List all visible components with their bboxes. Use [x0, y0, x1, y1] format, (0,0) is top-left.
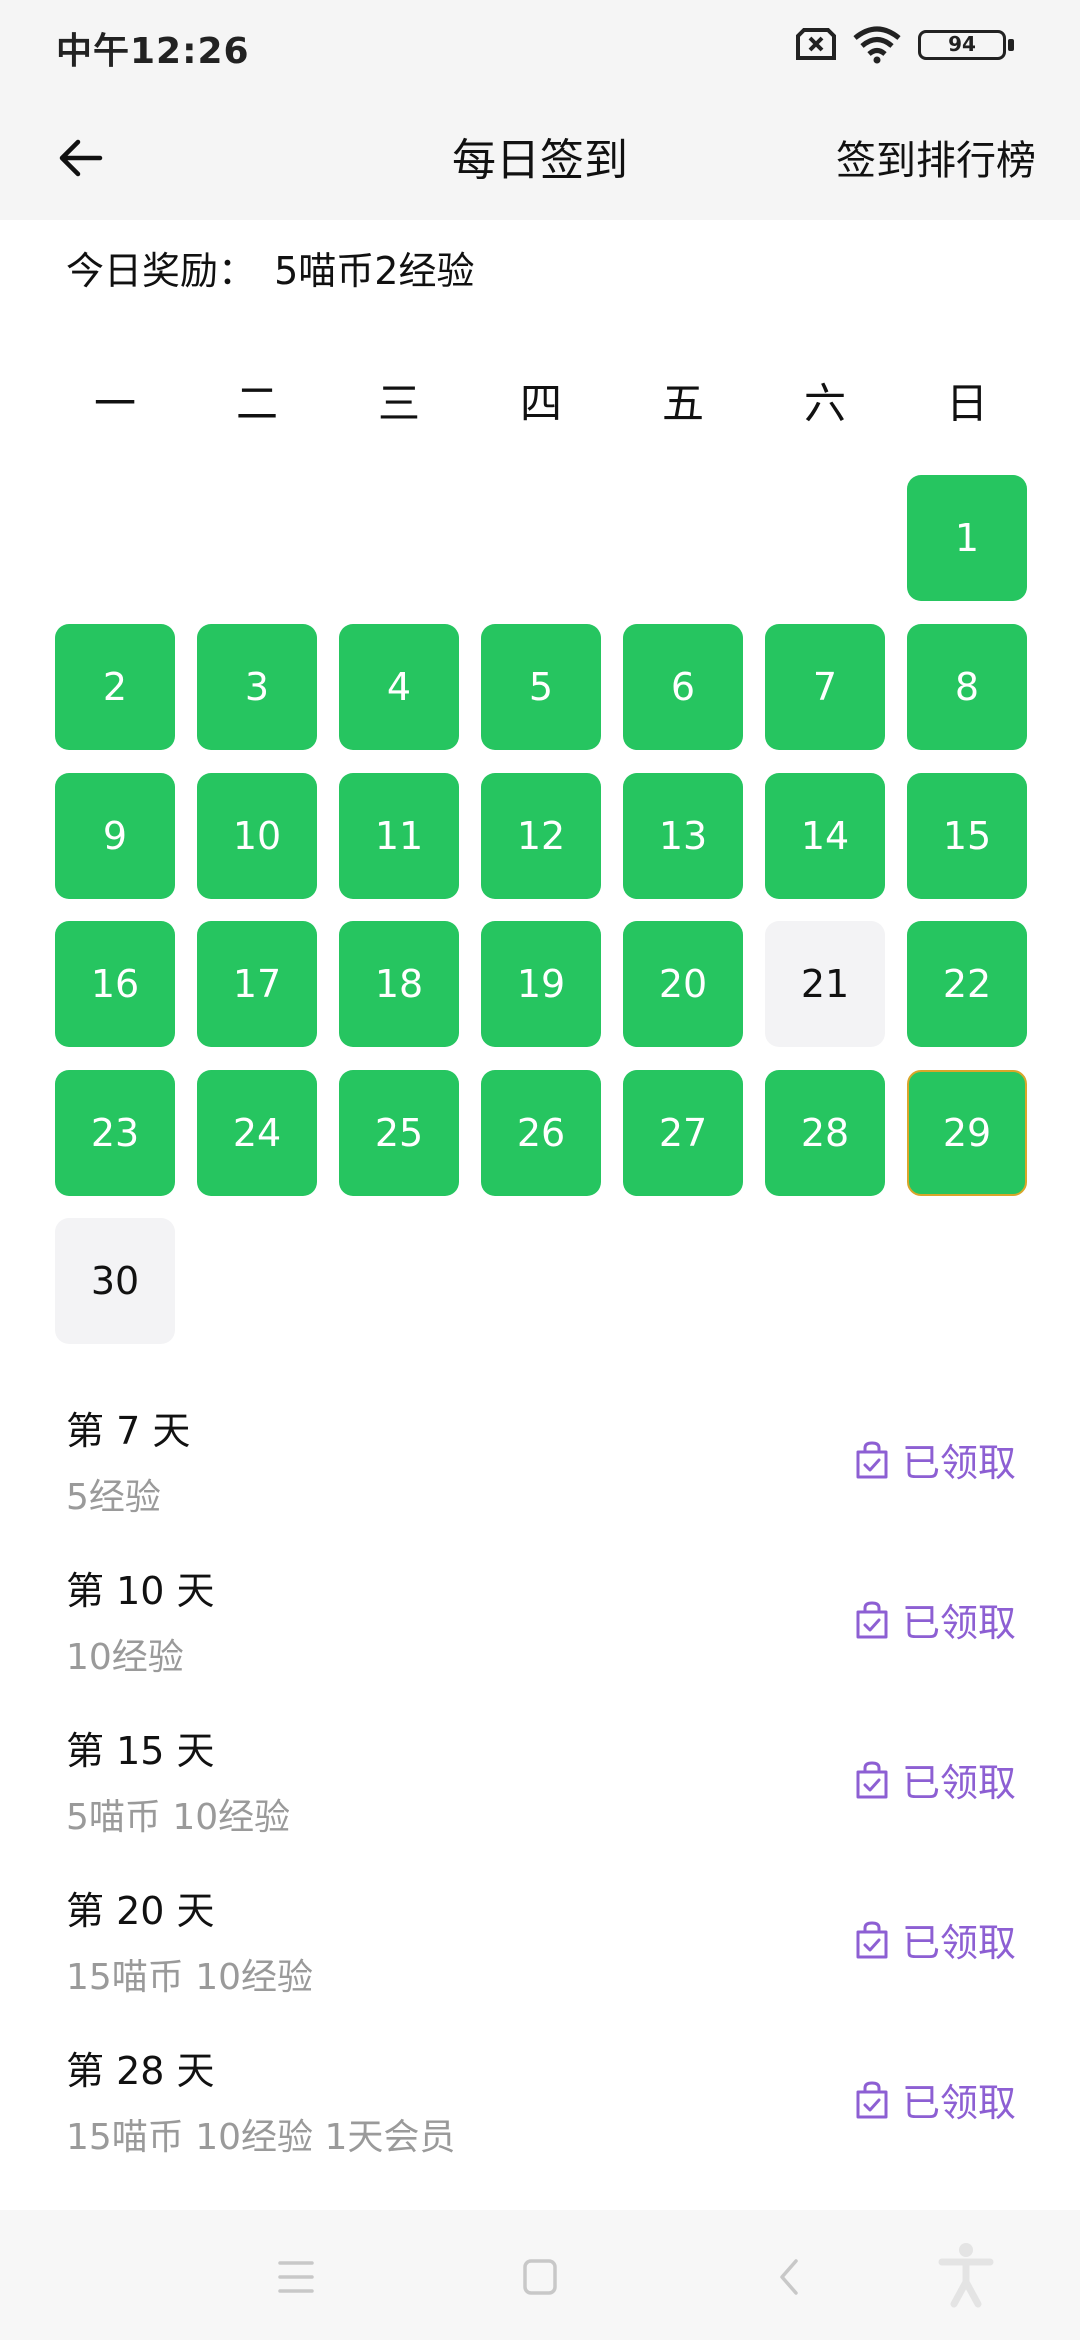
calendar-day[interactable]: 20 [623, 921, 743, 1047]
calendar-day[interactable]: 9 [55, 773, 175, 899]
bag-check-icon [856, 1760, 888, 1798]
calendar-day[interactable]: 13 [623, 773, 743, 899]
claimed-status: 已领取 [854, 1912, 1016, 1967]
claimed-status: 已领取 [854, 1432, 1016, 1487]
calendar-day[interactable]: 18 [339, 921, 459, 1047]
milestone-title: 第 7 天 [66, 1409, 191, 1453]
calendar-day[interactable]: 19 [481, 921, 601, 1047]
milestone-item: 第 7 天 5经验 已领取 [0, 1390, 1080, 1550]
accessibility-icon[interactable] [938, 2242, 994, 2308]
milestone-reward: 5喵币 10经验 [66, 1797, 291, 1838]
calendar-day[interactable]: 22 [907, 921, 1027, 1047]
bag-check-icon [856, 1920, 888, 1958]
calendar-day[interactable]: 2 [55, 624, 175, 750]
milestone-title: 第 10 天 [66, 1569, 215, 1613]
milestone-reward: 5经验 [66, 1477, 161, 1518]
calendar-grid: 1 2 3 4 5 6 7 8 9 10 11 12 13 14 15 16 1… [0, 0, 1080, 1400]
calendar-day[interactable]: 10 [197, 773, 317, 899]
calendar-day-unsigned[interactable]: 21 [765, 921, 885, 1047]
claimed-status: 已领取 [854, 1752, 1016, 1807]
menu-icon[interactable] [266, 2255, 326, 2299]
calendar-day[interactable]: 27 [623, 1070, 743, 1196]
calendar-day[interactable]: 4 [339, 624, 459, 750]
claimed-label: 已领取 [901, 1761, 1016, 1805]
calendar-day[interactable]: 5 [481, 624, 601, 750]
calendar-day[interactable]: 25 [339, 1070, 459, 1196]
calendar-day[interactable]: 11 [339, 773, 459, 899]
calendar-day[interactable]: 7 [765, 624, 885, 750]
bag-check-icon [856, 1440, 888, 1478]
calendar-day[interactable]: 14 [765, 773, 885, 899]
claimed-label: 已领取 [901, 2081, 1016, 2125]
home-icon[interactable] [510, 2255, 570, 2299]
claimed-label: 已领取 [901, 1921, 1016, 1965]
calendar-day[interactable]: 3 [197, 624, 317, 750]
milestone-title: 第 28 天 [66, 2049, 215, 2093]
milestone-reward: 15喵币 10经验 1天会员 [66, 2117, 456, 2158]
calendar-day[interactable]: 1 [907, 475, 1027, 601]
back-nav-icon[interactable] [758, 2255, 818, 2299]
bag-check-icon [856, 1600, 888, 1638]
calendar-day[interactable]: 28 [765, 1070, 885, 1196]
milestone-reward: 10经验 [66, 1637, 184, 1678]
calendar-day[interactable]: 6 [623, 624, 743, 750]
milestone-title: 第 15 天 [66, 1729, 215, 1773]
calendar-day-today[interactable]: 29 [907, 1070, 1027, 1196]
milestone-item: 第 28 天 15喵币 10经验 1天会员 已领取 [0, 2030, 1080, 2190]
bag-check-icon [856, 2080, 888, 2118]
calendar-day[interactable]: 17 [197, 921, 317, 1047]
calendar-day-unsigned[interactable]: 30 [55, 1218, 175, 1344]
calendar-day[interactable]: 8 [907, 624, 1027, 750]
claimed-status: 已领取 [854, 1592, 1016, 1647]
system-nav-bar [0, 2210, 1080, 2340]
claimed-label: 已领取 [901, 1441, 1016, 1485]
milestone-title: 第 20 天 [66, 1889, 215, 1933]
claimed-label: 已领取 [901, 1601, 1016, 1645]
milestone-item: 第 15 天 5喵币 10经验 已领取 [0, 1710, 1080, 1870]
milestone-reward: 15喵币 10经验 [66, 1957, 314, 1998]
calendar-day[interactable]: 23 [55, 1070, 175, 1196]
claimed-status: 已领取 [854, 2072, 1016, 2127]
calendar-day[interactable]: 15 [907, 773, 1027, 899]
milestone-item: 第 10 天 10经验 已领取 [0, 1550, 1080, 1710]
milestone-item: 第 20 天 15喵币 10经验 已领取 [0, 1870, 1080, 2030]
calendar-day[interactable]: 12 [481, 773, 601, 899]
calendar-day[interactable]: 26 [481, 1070, 601, 1196]
calendar-day[interactable]: 16 [55, 921, 175, 1047]
calendar-day[interactable]: 24 [197, 1070, 317, 1196]
